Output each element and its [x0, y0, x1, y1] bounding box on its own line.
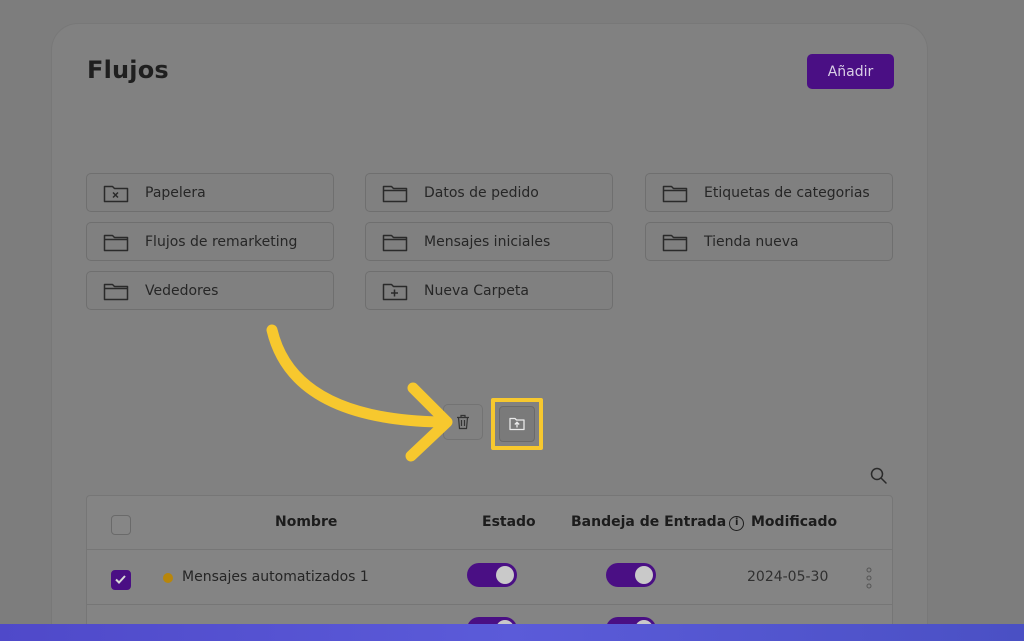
new-folder-button[interactable]: Nueva Carpeta — [365, 271, 613, 310]
folder-label: Papelera — [145, 184, 206, 201]
table-row[interactable]: Mensajes automatizados 1 2024-05-30 — [87, 550, 892, 605]
folder-tienda-nueva[interactable]: Tienda nueva — [645, 222, 893, 261]
column-header-bandeja[interactable]: Bandeja de Entrada i — [571, 514, 745, 531]
folder-icon — [103, 234, 129, 251]
folder-flujos-de-remarketing[interactable]: Flujos de remarketing — [86, 222, 334, 261]
folder-label: Mensajes iniciales — [424, 233, 551, 250]
modified-date: 2024-05-30 — [747, 569, 829, 585]
folder-label: Flujos de remarketing — [145, 233, 298, 250]
trash-folder-icon — [103, 185, 129, 202]
folder-label: Tienda nueva — [704, 233, 799, 250]
column-header-nombre[interactable]: Nombre — [275, 514, 337, 530]
folder-icon — [382, 185, 408, 202]
folder-papelera[interactable]: Papelera — [86, 173, 334, 212]
bandeja-toggle[interactable] — [606, 563, 656, 587]
flow-name[interactable]: Mensajes automatizados 1 — [182, 569, 369, 585]
select-all-checkbox[interactable] — [111, 515, 131, 535]
folder-label: Vededores — [145, 282, 219, 299]
folder-label: Etiquetas de categorias — [704, 184, 870, 201]
folder-vededores[interactable]: Vededores — [86, 271, 334, 310]
column-header-estado[interactable]: Estado — [482, 514, 536, 530]
folder-icon — [382, 234, 408, 251]
row-checkbox[interactable] — [111, 570, 131, 590]
folder-icon — [662, 234, 688, 251]
trash-icon — [457, 414, 469, 430]
add-button[interactable]: Añadir — [807, 54, 894, 89]
column-header-modificado[interactable]: Modificado — [751, 514, 837, 530]
info-icon[interactable]: i — [729, 516, 745, 531]
checkmark-icon — [115, 575, 126, 584]
folder-icon — [103, 283, 129, 300]
move-to-folder-highlight — [491, 398, 543, 450]
status-dot — [163, 573, 173, 583]
folder-plus-icon — [382, 283, 408, 300]
folder-icon — [662, 185, 688, 202]
folder-label: Datos de pedido — [424, 184, 539, 201]
folder-upload-icon — [509, 417, 525, 431]
folder-mensajes-iniciales[interactable]: Mensajes iniciales — [365, 222, 613, 261]
table-header: Nombre Estado Bandeja de Entrada i Modifi… — [87, 496, 892, 550]
folder-datos-de-pedido[interactable]: Datos de pedido — [365, 173, 613, 212]
page-title: Flujos — [87, 56, 169, 84]
move-to-folder-button[interactable] — [499, 406, 535, 442]
more-options-icon[interactable] — [865, 567, 873, 589]
estado-toggle[interactable] — [467, 563, 517, 587]
bottom-gradient-bar — [0, 624, 1024, 641]
search-icon[interactable] — [869, 466, 889, 486]
folder-etiquetas-de-categorias[interactable]: Etiquetas de categorias — [645, 173, 893, 212]
folder-label: Nueva Carpeta — [424, 282, 529, 299]
flows-table: Nombre Estado Bandeja de Entrada i Modifi… — [86, 495, 893, 641]
delete-button[interactable] — [443, 404, 483, 440]
